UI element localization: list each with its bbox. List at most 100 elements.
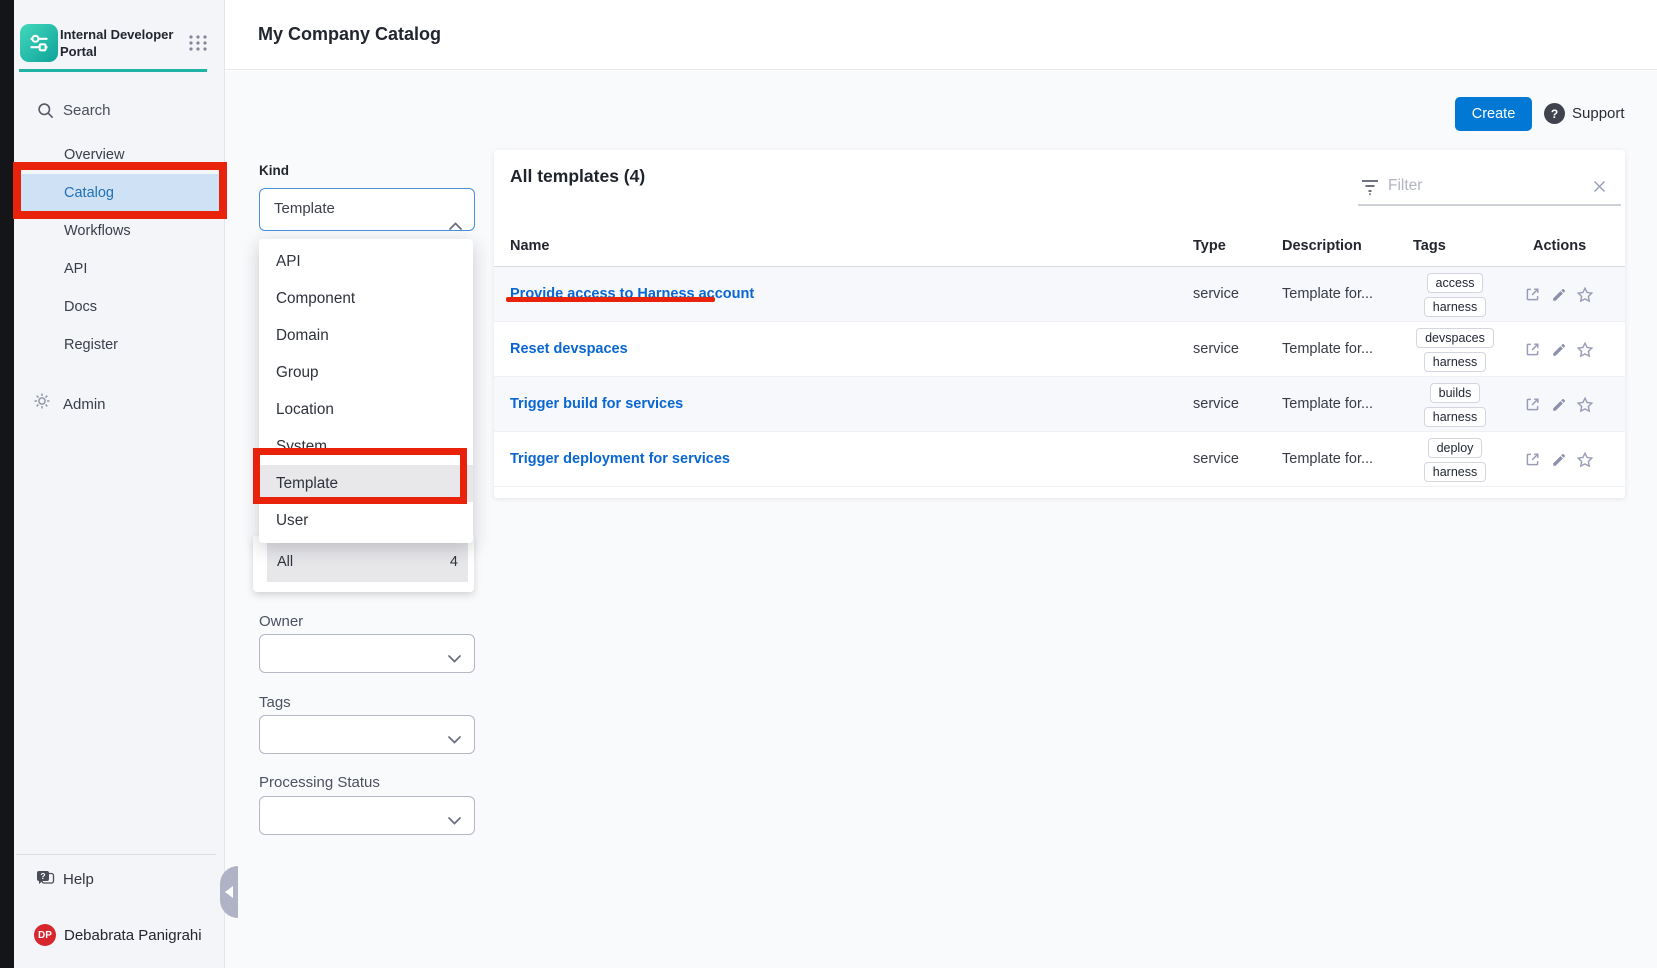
support-button[interactable]: ? Support <box>1544 103 1625 124</box>
sidebar-item-overview[interactable]: Overview <box>15 136 219 174</box>
table-row: Reset devspacesserviceTemplate for...dev… <box>494 322 1625 377</box>
brand-divider <box>19 69 207 72</box>
kind-option-domain[interactable]: Domain <box>259 317 473 354</box>
owner-select[interactable] <box>259 634 475 673</box>
window-edge <box>0 0 14 968</box>
app-title: Internal Developer Portal <box>60 27 180 61</box>
template-description: Template for... <box>1282 432 1373 487</box>
column-header-tags: Tags <box>1413 225 1446 267</box>
edit-icon[interactable] <box>1551 452 1567 468</box>
user-menu[interactable]: DP Debabrata Panigrahi <box>14 920 224 952</box>
kind-label: Kind <box>259 163 289 178</box>
table-row: Trigger deployment for services service Te… <box>494 432 1625 487</box>
table-rows: Provide access to Harness account service… <box>494 267 1625 487</box>
create-button[interactable]: Create <box>1455 97 1532 131</box>
edit-icon[interactable] <box>1551 287 1567 303</box>
kind-select[interactable]: Template <box>259 188 475 231</box>
sidebar-item-register[interactable]: Register <box>15 326 219 364</box>
template-tags: buildsharness <box>1394 377 1516 432</box>
table-header: NameTypeDescriptionTagsActions <box>494 225 1625 267</box>
column-header-actions: Actions <box>1533 225 1586 267</box>
table-row: Trigger build for servicesserviceTemplat… <box>494 377 1625 432</box>
kind-option-template[interactable]: Template <box>259 465 473 502</box>
gear-icon <box>33 392 51 415</box>
kind-dropdown-menu: APIComponentDomainGroupLocationSystemTem… <box>259 239 473 543</box>
tag-pill: devspaces <box>1416 328 1494 348</box>
chevron-left-icon <box>225 886 233 898</box>
sidebar-nav: Overview Catalog Workflows API Docs Regi… <box>15 136 219 364</box>
main-area: My Company Catalog Create ? Support Kind… <box>225 0 1657 968</box>
favorite-star-icon[interactable] <box>1576 341 1594 359</box>
chevron-down-icon <box>448 731 461 749</box>
template-tags: devspaces harness <box>1394 322 1516 377</box>
sidebar-item-workflows[interactable]: Workflows <box>15 212 219 250</box>
help-button[interactable]: ? Help <box>14 864 224 896</box>
tag-pill: access <box>1427 273 1484 293</box>
template-name-link[interactable]: Provide access to Harness account <box>510 267 754 322</box>
owner-label: Owner <box>259 613 303 630</box>
search-label: Search <box>63 102 111 119</box>
templates-card: All templates (4) NameTypeDescriptionTag… <box>494 150 1625 498</box>
tag-pill: harness <box>1424 297 1486 317</box>
kind-option-location[interactable]: Location <box>259 391 473 428</box>
kind-select-value: Template <box>274 200 335 217</box>
filter-input[interactable] <box>1388 172 1574 200</box>
template-description: Template for... <box>1282 267 1373 322</box>
tag-pill: harness <box>1424 352 1486 372</box>
edit-icon[interactable] <box>1551 342 1567 358</box>
favorite-star-icon[interactable] <box>1576 396 1594 414</box>
sidebar-collapse-handle[interactable] <box>220 866 238 918</box>
kind-option-api[interactable]: API <box>259 243 473 280</box>
sidebar-item-api[interactable]: API <box>15 250 219 288</box>
kind-count-all-row[interactable]: All 4 <box>267 541 468 582</box>
page: Internal Developer Portal Search Overvie… <box>0 0 1657 968</box>
avatar: DP <box>34 924 56 946</box>
tags-select[interactable] <box>259 715 475 754</box>
clear-filter-icon[interactable] <box>1592 179 1607 199</box>
template-description: Template for... <box>1282 322 1373 377</box>
row-actions <box>1524 322 1594 377</box>
kind-count-all-label: All <box>277 554 293 570</box>
help-label: Help <box>63 871 94 888</box>
template-type: service <box>1193 377 1239 432</box>
kind-option-group[interactable]: Group <box>259 354 473 391</box>
edit-icon[interactable] <box>1551 397 1567 413</box>
user-name: Debabrata Panigrahi <box>64 927 202 944</box>
svg-text:?: ? <box>40 871 45 881</box>
kind-option-component[interactable]: Component <box>259 280 473 317</box>
admin-label: Admin <box>63 396 106 413</box>
chevron-down-icon <box>448 812 461 830</box>
tags-label: Tags <box>259 694 291 711</box>
template-name-link[interactable]: Reset devspaces <box>510 322 628 377</box>
kind-option-user[interactable]: User <box>259 502 473 539</box>
filter-icon <box>1360 178 1380 196</box>
row-actions <box>1524 267 1594 322</box>
favorite-star-icon[interactable] <box>1576 286 1594 304</box>
open-in-new-icon[interactable] <box>1524 341 1541 358</box>
open-in-new-icon[interactable] <box>1524 396 1541 413</box>
table-filter <box>1358 168 1621 206</box>
sidebar-item-docs[interactable]: Docs <box>15 288 219 326</box>
app-logo-icon <box>20 24 58 62</box>
sidebar-item-catalog[interactable]: Catalog <box>15 174 219 212</box>
sidebar: Internal Developer Portal Search Overvie… <box>14 0 225 968</box>
row-actions <box>1524 377 1594 432</box>
tag-pill: harness <box>1424 407 1486 427</box>
help-chat-icon: ? <box>36 870 55 887</box>
template-name-link[interactable]: Trigger deployment for services <box>510 432 730 487</box>
open-in-new-icon[interactable] <box>1524 451 1541 468</box>
processing-status-select[interactable] <box>259 796 475 835</box>
template-name-link[interactable]: Trigger build for services <box>510 377 683 432</box>
column-header-type: Type <box>1193 225 1226 267</box>
table-row: Provide access to Harness accountservice… <box>494 267 1625 322</box>
apps-grid-icon[interactable] <box>188 33 208 53</box>
kind-option-system[interactable]: System <box>259 428 473 465</box>
template-tags: access harness <box>1394 267 1516 322</box>
page-header: My Company Catalog <box>225 0 1657 70</box>
template-type: service <box>1193 432 1239 487</box>
sidebar-item-admin[interactable]: Admin <box>14 390 224 422</box>
sidebar-search[interactable]: Search <box>14 96 224 124</box>
kind-counts-card: All 4 <box>253 536 474 592</box>
favorite-star-icon[interactable] <box>1576 451 1594 469</box>
open-in-new-icon[interactable] <box>1524 286 1541 303</box>
